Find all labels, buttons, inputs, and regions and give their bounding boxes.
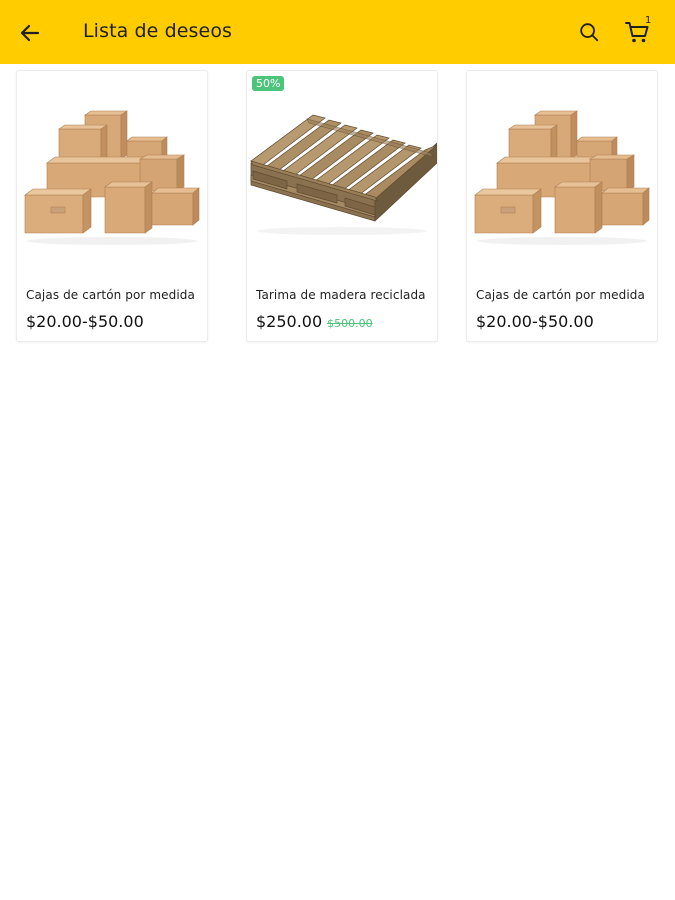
search-button[interactable] — [574, 17, 604, 47]
product-name: Tarima de madera reciclada — [256, 288, 426, 302]
product-card[interactable]: Cajas de cartón por medida $20.00-$50.00 — [16, 70, 208, 342]
wooden-pallet-image — [250, 114, 437, 235]
cardboard-boxes-image — [24, 110, 200, 245]
product-name: Cajas de cartón por medida — [26, 288, 195, 302]
back-arrow-icon — [20, 24, 40, 42]
search-icon — [580, 23, 599, 42]
product-card[interactable]: 50% Tarima de madera reciclada $250.00 $… — [246, 70, 438, 342]
product-name: Cajas de cartón por medida — [476, 288, 645, 302]
cardboard-boxes-image — [474, 110, 650, 245]
back-button[interactable] — [14, 17, 46, 49]
page-title: Lista de deseos — [83, 20, 233, 42]
app-bar: Lista de deseos 1 — [0, 0, 675, 64]
cart-count-badge: 1 — [645, 15, 652, 26]
product-price: $250.00 — [256, 312, 323, 331]
product-price: $20.00-$50.00 — [26, 312, 144, 331]
price-row: $250.00 $500.00 — [256, 312, 373, 331]
price-row: $20.00-$50.00 — [476, 312, 594, 331]
price-row: $20.00-$50.00 — [26, 312, 144, 331]
discount-badge: 50% — [252, 76, 285, 91]
cart-button[interactable]: 1 — [620, 15, 654, 49]
product-price: $20.00-$50.00 — [476, 312, 594, 331]
product-card[interactable]: Cajas de cartón por medida $20.00-$50.00 — [466, 70, 658, 342]
product-old-price: $500.00 — [327, 317, 373, 330]
